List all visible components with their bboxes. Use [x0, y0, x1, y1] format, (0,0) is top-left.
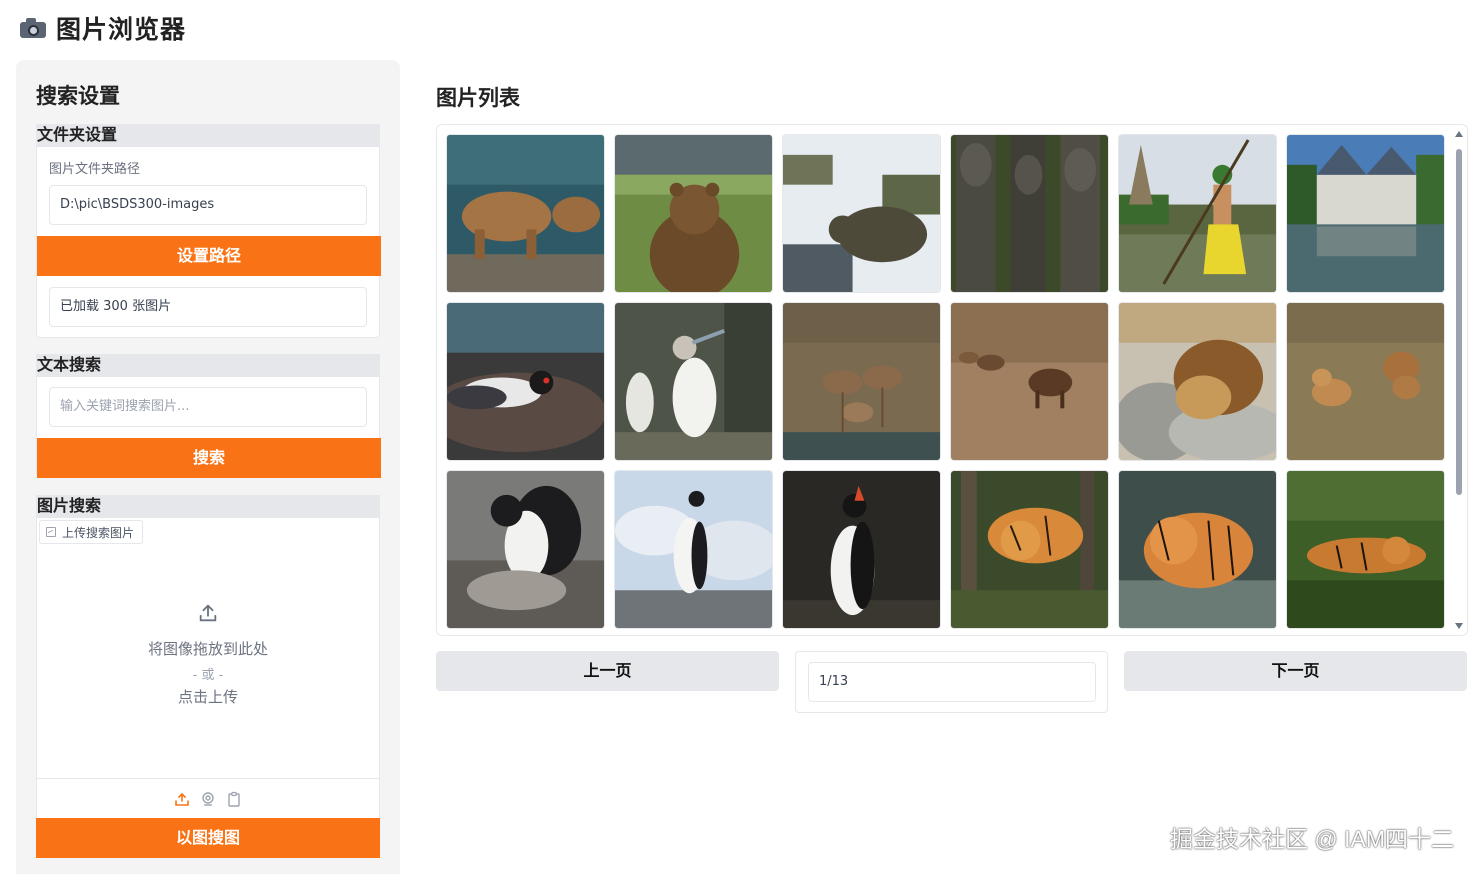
- folder-settings-label: 文件夹设置: [36, 124, 380, 146]
- camera-icon: [20, 18, 46, 38]
- folder-path-input[interactable]: D:\pic\BSDS300-images: [49, 185, 367, 225]
- load-status-output: 已加载 300 张图片: [49, 287, 367, 327]
- page-indicator-box: 1/13: [795, 651, 1108, 713]
- upload-source-icon[interactable]: [174, 791, 190, 807]
- scrollbar-thumb[interactable]: [1456, 149, 1462, 495]
- gallery-image[interactable]: [950, 302, 1109, 461]
- gallery-image[interactable]: [1118, 470, 1277, 629]
- image-search-group: 上传搜索图片 将图像拖放到此处 - 或 - 点击上传: [36, 517, 380, 858]
- gallery-scrollbar[interactable]: [1453, 129, 1465, 631]
- gallery-image[interactable]: [782, 302, 941, 461]
- gallery-image[interactable]: [782, 134, 941, 293]
- click-upload-text: 点击上传: [177, 688, 238, 706]
- search-settings-panel: 搜索设置 文件夹设置 图片文件夹路径 D:\pic\BSDS300-images…: [16, 60, 400, 874]
- gallery-image[interactable]: [1118, 302, 1277, 461]
- gallery-image[interactable]: [782, 470, 941, 629]
- folder-settings-group: 图片文件夹路径 D:\pic\BSDS300-images 设置路径 已加载 3…: [36, 146, 381, 338]
- search-by-image-button[interactable]: 以图搜图: [36, 818, 380, 858]
- next-page-button[interactable]: 下一页: [1124, 651, 1467, 691]
- gallery-image[interactable]: [614, 302, 773, 461]
- webcam-icon[interactable]: [200, 791, 216, 807]
- gallery-image[interactable]: [950, 470, 1109, 629]
- gallery-image[interactable]: [950, 134, 1109, 293]
- app-header: 图片浏览器: [20, 10, 186, 46]
- keyword-search-input[interactable]: 输入关键词搜索图片...: [49, 387, 367, 427]
- gallery-image[interactable]: [446, 134, 605, 293]
- image-search-label: 图片搜索: [36, 495, 380, 517]
- scroll-up-arrow-icon[interactable]: [1455, 131, 1463, 137]
- image-gallery: [436, 124, 1468, 636]
- upload-search-image-tab[interactable]: 上传搜索图片: [39, 520, 144, 544]
- watermark: 掘金技术社区 @ IAM四十二: [1169, 826, 1454, 852]
- image-icon: [46, 527, 56, 537]
- upload-tab-label: 上传搜索图片: [62, 525, 135, 540]
- clipboard-icon[interactable]: [226, 791, 242, 807]
- gallery-image[interactable]: [1286, 470, 1445, 629]
- gallery-image[interactable]: [446, 302, 605, 461]
- text-search-group: 输入关键词搜索图片... 搜索: [36, 376, 381, 478]
- set-path-button[interactable]: 设置路径: [37, 236, 381, 276]
- scroll-down-arrow-icon[interactable]: [1455, 623, 1463, 629]
- folder-path-label: 图片文件夹路径: [49, 162, 141, 177]
- text-search-label: 文本搜索: [36, 354, 380, 376]
- drop-instructions: 将图像拖放到此处: [147, 640, 268, 658]
- gallery-image[interactable]: [446, 470, 605, 629]
- gallery-image[interactable]: [1286, 302, 1445, 461]
- gallery-image[interactable]: [1118, 134, 1277, 293]
- gallery-image[interactable]: [614, 134, 773, 293]
- gallery-image[interactable]: [1286, 134, 1445, 293]
- gallery-image[interactable]: [614, 470, 773, 629]
- drop-or-text: - 或 -: [192, 668, 224, 683]
- sidebar-title: 搜索设置: [36, 84, 120, 108]
- search-button[interactable]: 搜索: [37, 438, 381, 478]
- upload-source-bar: [37, 778, 379, 818]
- image-list-title: 图片列表: [436, 86, 520, 110]
- prev-page-button[interactable]: 上一页: [436, 651, 779, 691]
- upload-icon: [199, 604, 217, 622]
- app-title: 图片浏览器: [56, 15, 187, 44]
- image-drop-zone[interactable]: 将图像拖放到此处 - 或 - 点击上传: [37, 548, 379, 778]
- page-indicator[interactable]: 1/13: [808, 662, 1096, 702]
